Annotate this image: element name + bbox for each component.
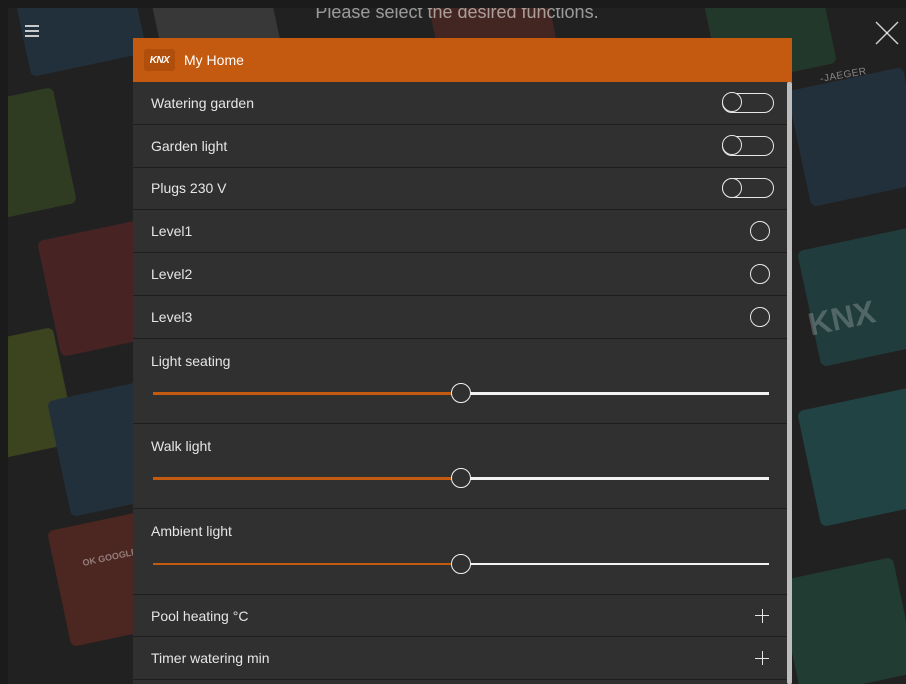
scrollbar[interactable] <box>787 82 792 684</box>
row-label: Ambient light <box>151 523 232 540</box>
row-pool-heating: Pool heating °C <box>133 595 787 638</box>
row-label: Plugs 230 V <box>151 180 227 197</box>
slider-thumb[interactable] <box>451 383 471 404</box>
level3-radio[interactable] <box>750 306 770 327</box>
close-icon[interactable] <box>874 20 900 46</box>
scrollbar-thumb[interactable] <box>787 82 792 684</box>
row-watering-garden: Watering garden <box>133 82 787 125</box>
row-label: Walk light <box>151 438 212 455</box>
plus-icon[interactable] <box>755 608 769 623</box>
toggle-knob <box>721 177 742 198</box>
row-ambient-light: Ambient light <box>133 509 787 595</box>
slider-fill <box>153 562 461 566</box>
row-label: Level1 <box>151 223 193 240</box>
background-prompt-text: Please select the desired functions. <box>315 8 599 22</box>
row-label: Watering garden <box>151 94 254 111</box>
row-label: Level2 <box>151 266 193 283</box>
level2-radio[interactable] <box>750 264 770 285</box>
row-label: Light seating <box>151 352 231 369</box>
dialog-title: My Home <box>184 52 244 68</box>
row-label: Garden light <box>151 137 228 154</box>
level1-radio[interactable] <box>750 221 770 242</box>
ambient-light-slider[interactable] <box>153 553 769 574</box>
slider-fill <box>153 392 461 395</box>
row-garden-light: Garden light <box>133 125 787 168</box>
garden-light-toggle[interactable] <box>721 135 774 156</box>
walk-light-slider[interactable] <box>153 468 769 489</box>
plugs-toggle[interactable] <box>721 177 774 199</box>
row-timer-watering: Timer watering min <box>133 637 787 681</box>
row-label: Level3 <box>151 308 193 325</box>
row-plugs: Plugs 230 V <box>133 168 787 211</box>
slider-fill <box>153 477 461 480</box>
row-light-seating: Light seating <box>133 339 787 425</box>
dialog-header: KNX My Home <box>133 38 792 82</box>
toggle-knob <box>721 92 742 113</box>
watering-garden-toggle[interactable] <box>721 92 774 113</box>
row-level3: Level3 <box>133 296 787 339</box>
toggle-knob <box>721 135 742 156</box>
row-label: Pool heating °C <box>151 607 249 624</box>
knx-logo: KNX <box>144 49 175 71</box>
function-selection-dialog: KNX My Home Watering garden Garden light… <box>133 38 792 684</box>
plus-icon[interactable] <box>755 651 769 666</box>
hamburger-menu-icon[interactable] <box>25 24 39 38</box>
row-label: Timer watering min <box>151 650 270 667</box>
row-level1: Level1 <box>133 210 787 254</box>
row-level2: Level2 <box>133 253 787 296</box>
slider-thumb[interactable] <box>451 468 471 489</box>
function-list: Watering garden Garden light Plugs 230 V… <box>133 82 792 681</box>
row-walk-light: Walk light <box>133 424 787 510</box>
light-seating-slider[interactable] <box>153 383 769 404</box>
slider-thumb[interactable] <box>451 553 471 574</box>
